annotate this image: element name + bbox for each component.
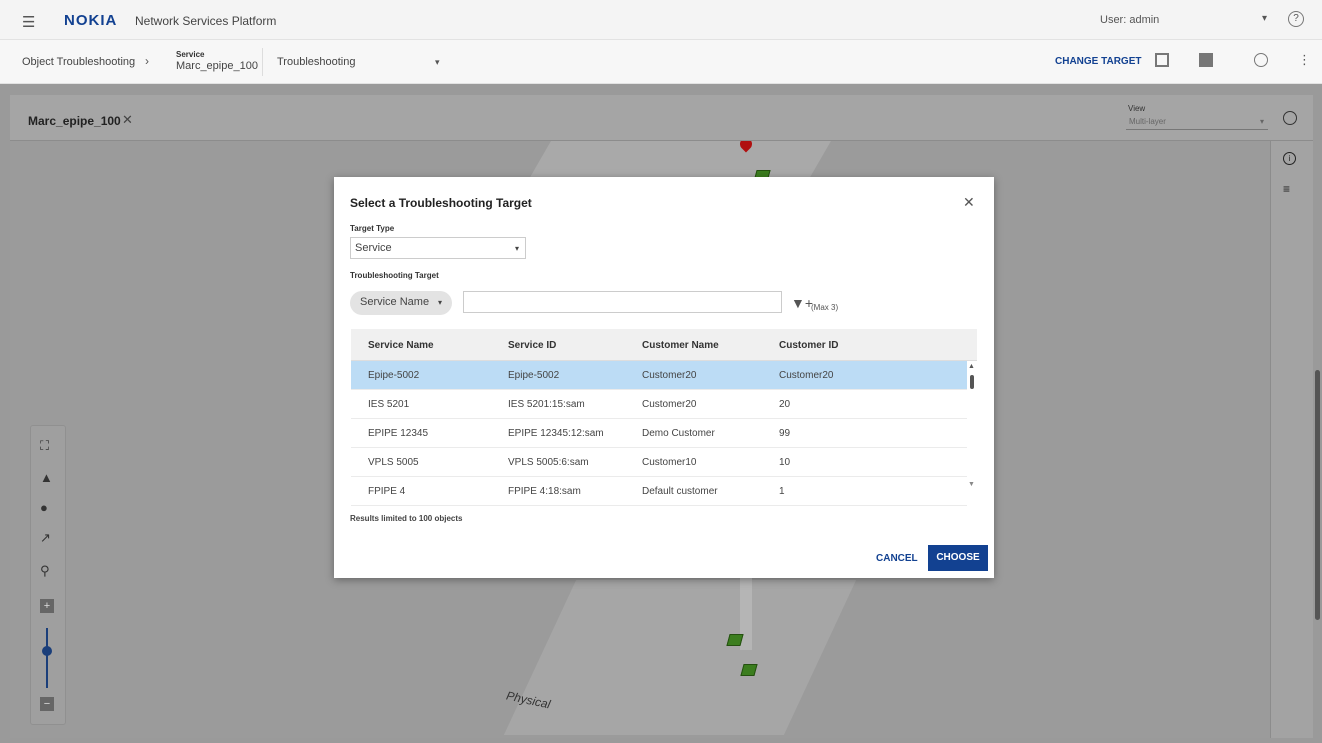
cancel-button[interactable]: CANCEL: [876, 553, 918, 564]
cell-service-id: VPLS 5005:6:sam: [508, 457, 589, 468]
cell-customer-name: Demo Customer: [642, 428, 715, 439]
zoom-slider-handle[interactable]: [42, 646, 52, 656]
search-input[interactable]: [463, 291, 782, 313]
node-display-icon[interactable]: ●: [40, 500, 48, 515]
right-sidebar: [1270, 141, 1313, 738]
table-row[interactable]: VPLS 5005 VPLS 5005:6:sam Customer10 10: [351, 448, 967, 477]
search-field-selector-value: Service Name: [360, 296, 430, 308]
target-type-select[interactable]: Service ▾: [350, 237, 526, 259]
zoom-out-button[interactable]: −: [40, 697, 54, 711]
location-icon[interactable]: ⚲: [40, 563, 50, 579]
layer-view-icon[interactable]: ▲: [40, 470, 53, 485]
cell-service-id: IES 5201:15:sam: [508, 399, 585, 410]
help-icon[interactable]: ?: [1288, 11, 1304, 27]
clipboard-check-icon[interactable]: [1199, 53, 1213, 67]
view-select-value: Multi-layer: [1129, 117, 1166, 126]
max-filters-label: (Max 3): [811, 303, 839, 312]
table-row[interactable]: Epipe-5002 Epipe-5002 Customer20 Custome…: [351, 361, 967, 390]
nokia-logo: NOKIA: [64, 12, 118, 29]
more-options-icon[interactable]: ⋮: [1298, 52, 1311, 68]
cell-service-name: FPIPE 4: [368, 486, 406, 497]
app-title: Network Services Platform: [135, 14, 277, 28]
scroll-down-icon[interactable]: ▼: [968, 481, 975, 488]
service-layer-plane: [528, 140, 832, 180]
cell-service-name: IES 5201: [368, 399, 410, 410]
cell-customer-id: 10: [779, 457, 791, 468]
select-troubleshooting-target-dialog: Select a Troubleshooting Target ✕ Target…: [334, 177, 994, 578]
search-field-selector[interactable]: Service Name ▾: [350, 291, 452, 315]
view-label: View: [1128, 104, 1146, 113]
cell-service-name: EPIPE 12345: [368, 428, 429, 439]
cell-service-id: FPIPE 4:18:sam: [508, 486, 581, 497]
top-bar: ☰ NOKIA Network Services Platform User: …: [0, 0, 1322, 40]
chevron-down-icon: ▾: [437, 298, 442, 307]
breadcrumb-object-type: Service: [176, 50, 205, 59]
mode-select[interactable]: Troubleshooting: [277, 56, 355, 68]
dialog-title: Select a Troubleshooting Target: [350, 196, 532, 210]
add-filter-icon[interactable]: ▼+: [791, 295, 813, 311]
panel-header: [10, 95, 1313, 141]
column-header-customer-name[interactable]: Customer Name: [642, 340, 719, 351]
close-tab-icon[interactable]: ✕: [122, 112, 133, 128]
divider: [262, 48, 263, 76]
chevron-down-icon: ▾: [1259, 117, 1264, 126]
change-target-button[interactable]: CHANGE TARGET: [1055, 56, 1141, 67]
cell-customer-id: Customer20: [779, 370, 834, 381]
panel-title: Marc_epipe_100: [28, 114, 121, 128]
refresh-icon[interactable]: [1283, 111, 1297, 125]
user-menu-chevron-down-icon[interactable]: ▾: [1262, 13, 1267, 24]
cell-service-name: VPLS 5005: [368, 457, 419, 468]
view-select[interactable]: Multi-layer ▾: [1126, 114, 1268, 130]
breadcrumb-object-troubleshooting[interactable]: Object Troubleshooting: [22, 56, 135, 68]
cell-customer-id: 99: [779, 428, 791, 439]
history-icon[interactable]: [1254, 53, 1268, 67]
info-icon[interactable]: i: [1283, 152, 1296, 165]
cell-customer-name: Default customer: [642, 486, 718, 497]
breadcrumb-object-name: Marc_epipe_100: [176, 60, 258, 72]
list-icon[interactable]: ≡: [1283, 182, 1290, 196]
close-icon[interactable]: ✕: [963, 194, 975, 211]
cell-customer-id: 20: [779, 399, 791, 410]
hamburger-menu-icon[interactable]: ☰: [22, 13, 35, 31]
troubleshooting-target-label: Troubleshooting Target: [350, 271, 439, 280]
results-limit-note: Results limited to 100 objects: [350, 514, 463, 523]
target-type-label: Target Type: [350, 224, 395, 233]
cell-service-id: EPIPE 12345:12:sam: [508, 428, 604, 439]
table-row[interactable]: EPIPE 12345 EPIPE 12345:12:sam Demo Cust…: [351, 419, 967, 448]
table-row[interactable]: IES 5201 IES 5201:15:sam Customer20 20: [351, 390, 967, 419]
breadcrumb-bar: Object Troubleshooting › Service Marc_ep…: [0, 40, 1322, 84]
link-display-icon[interactable]: ↗: [40, 530, 51, 546]
mode-chevron-down-icon[interactable]: ▾: [435, 57, 440, 68]
column-header-service-name[interactable]: Service Name: [368, 340, 434, 351]
cell-service-name: Epipe-5002: [368, 370, 420, 381]
chevron-right-icon: ›: [145, 54, 149, 68]
cell-customer-name: Customer20: [642, 399, 697, 410]
user-label[interactable]: User: admin: [1100, 14, 1159, 26]
table-row[interactable]: FPIPE 4 FPIPE 4:18:sam Default customer …: [351, 477, 967, 506]
cell-customer-id: 1: [779, 486, 785, 497]
table-header: Service Name Service ID Customer Name Cu…: [351, 329, 977, 361]
zoom-slider-track[interactable]: [46, 628, 48, 688]
scrollbar[interactable]: [1315, 370, 1320, 620]
report-icon[interactable]: [1155, 53, 1169, 67]
scrollbar-thumb[interactable]: [970, 375, 974, 389]
target-type-value: Service: [355, 242, 392, 254]
choose-button[interactable]: CHOOSE: [928, 545, 988, 571]
table-scrollbar[interactable]: ▲ ▼: [968, 361, 977, 501]
cell-service-id: Epipe-5002: [508, 370, 560, 381]
column-header-service-id[interactable]: Service ID: [508, 340, 556, 351]
fit-to-screen-icon[interactable]: ⛶: [40, 438, 49, 454]
column-header-customer-id[interactable]: Customer ID: [779, 340, 838, 351]
cell-customer-name: Customer10: [642, 457, 697, 468]
cell-customer-name: Customer20: [642, 370, 697, 381]
zoom-in-button[interactable]: +: [40, 599, 54, 613]
scroll-up-icon[interactable]: ▲: [968, 363, 975, 370]
chevron-down-icon: ▾: [514, 244, 519, 253]
